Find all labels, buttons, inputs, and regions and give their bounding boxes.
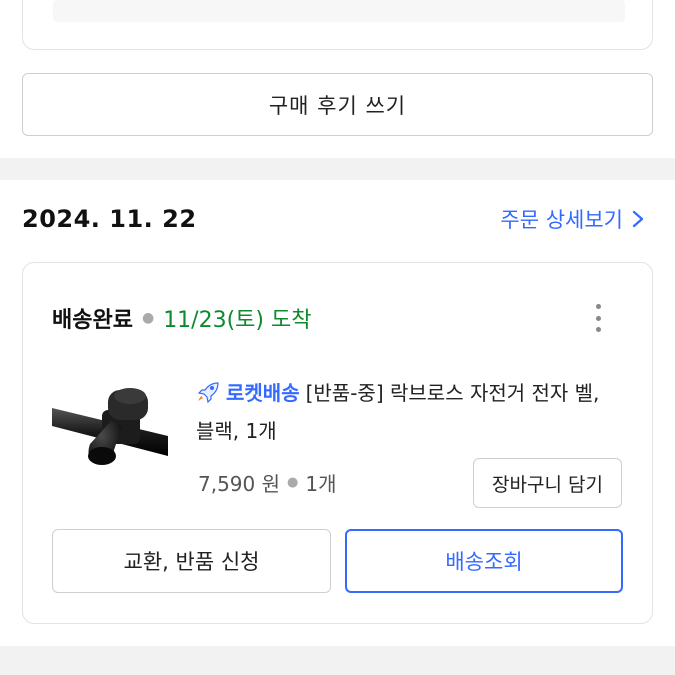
price-row: 7,590 원 ● 1개: [198, 468, 336, 497]
rocket-icon: [197, 382, 219, 403]
rocket-delivery-badge: 로켓배송: [226, 381, 300, 405]
previous-order-card: [22, 0, 653, 50]
more-vertical-icon[interactable]: [588, 302, 608, 334]
section-divider: [0, 158, 675, 180]
section-divider-bottom: [0, 646, 675, 675]
arrival-date: 11/23(토) 도착: [163, 308, 312, 333]
write-review-button[interactable]: 구매 후기 쓰기: [22, 73, 653, 136]
status-label: 배송완료: [52, 308, 133, 333]
product-price: 7,590 원: [198, 472, 281, 496]
delivery-status: 배송완료 ● 11/23(토) 도착: [52, 302, 311, 334]
price-separator: ●: [287, 475, 299, 490]
order-detail-link[interactable]: 주문 상세보기: [500, 204, 645, 234]
add-to-cart-button[interactable]: 장바구니 담기: [473, 458, 622, 508]
previous-order-strip: [53, 0, 625, 22]
chevron-right-icon: [632, 210, 644, 228]
order-date: 2024. 11. 22: [22, 205, 197, 233]
order-detail-label: 주문 상세보기: [500, 208, 623, 232]
status-separator: ●: [141, 310, 155, 326]
product-image[interactable]: [50, 378, 170, 470]
product-title[interactable]: 로켓배송 [반품-중] 락브로스 자전거 전자 벨, 블랙, 1개: [196, 374, 616, 450]
track-delivery-button[interactable]: 배송조회: [345, 529, 623, 593]
product-quantity: 1개: [305, 472, 337, 496]
exchange-return-button[interactable]: 교환, 반품 신청: [52, 529, 331, 593]
